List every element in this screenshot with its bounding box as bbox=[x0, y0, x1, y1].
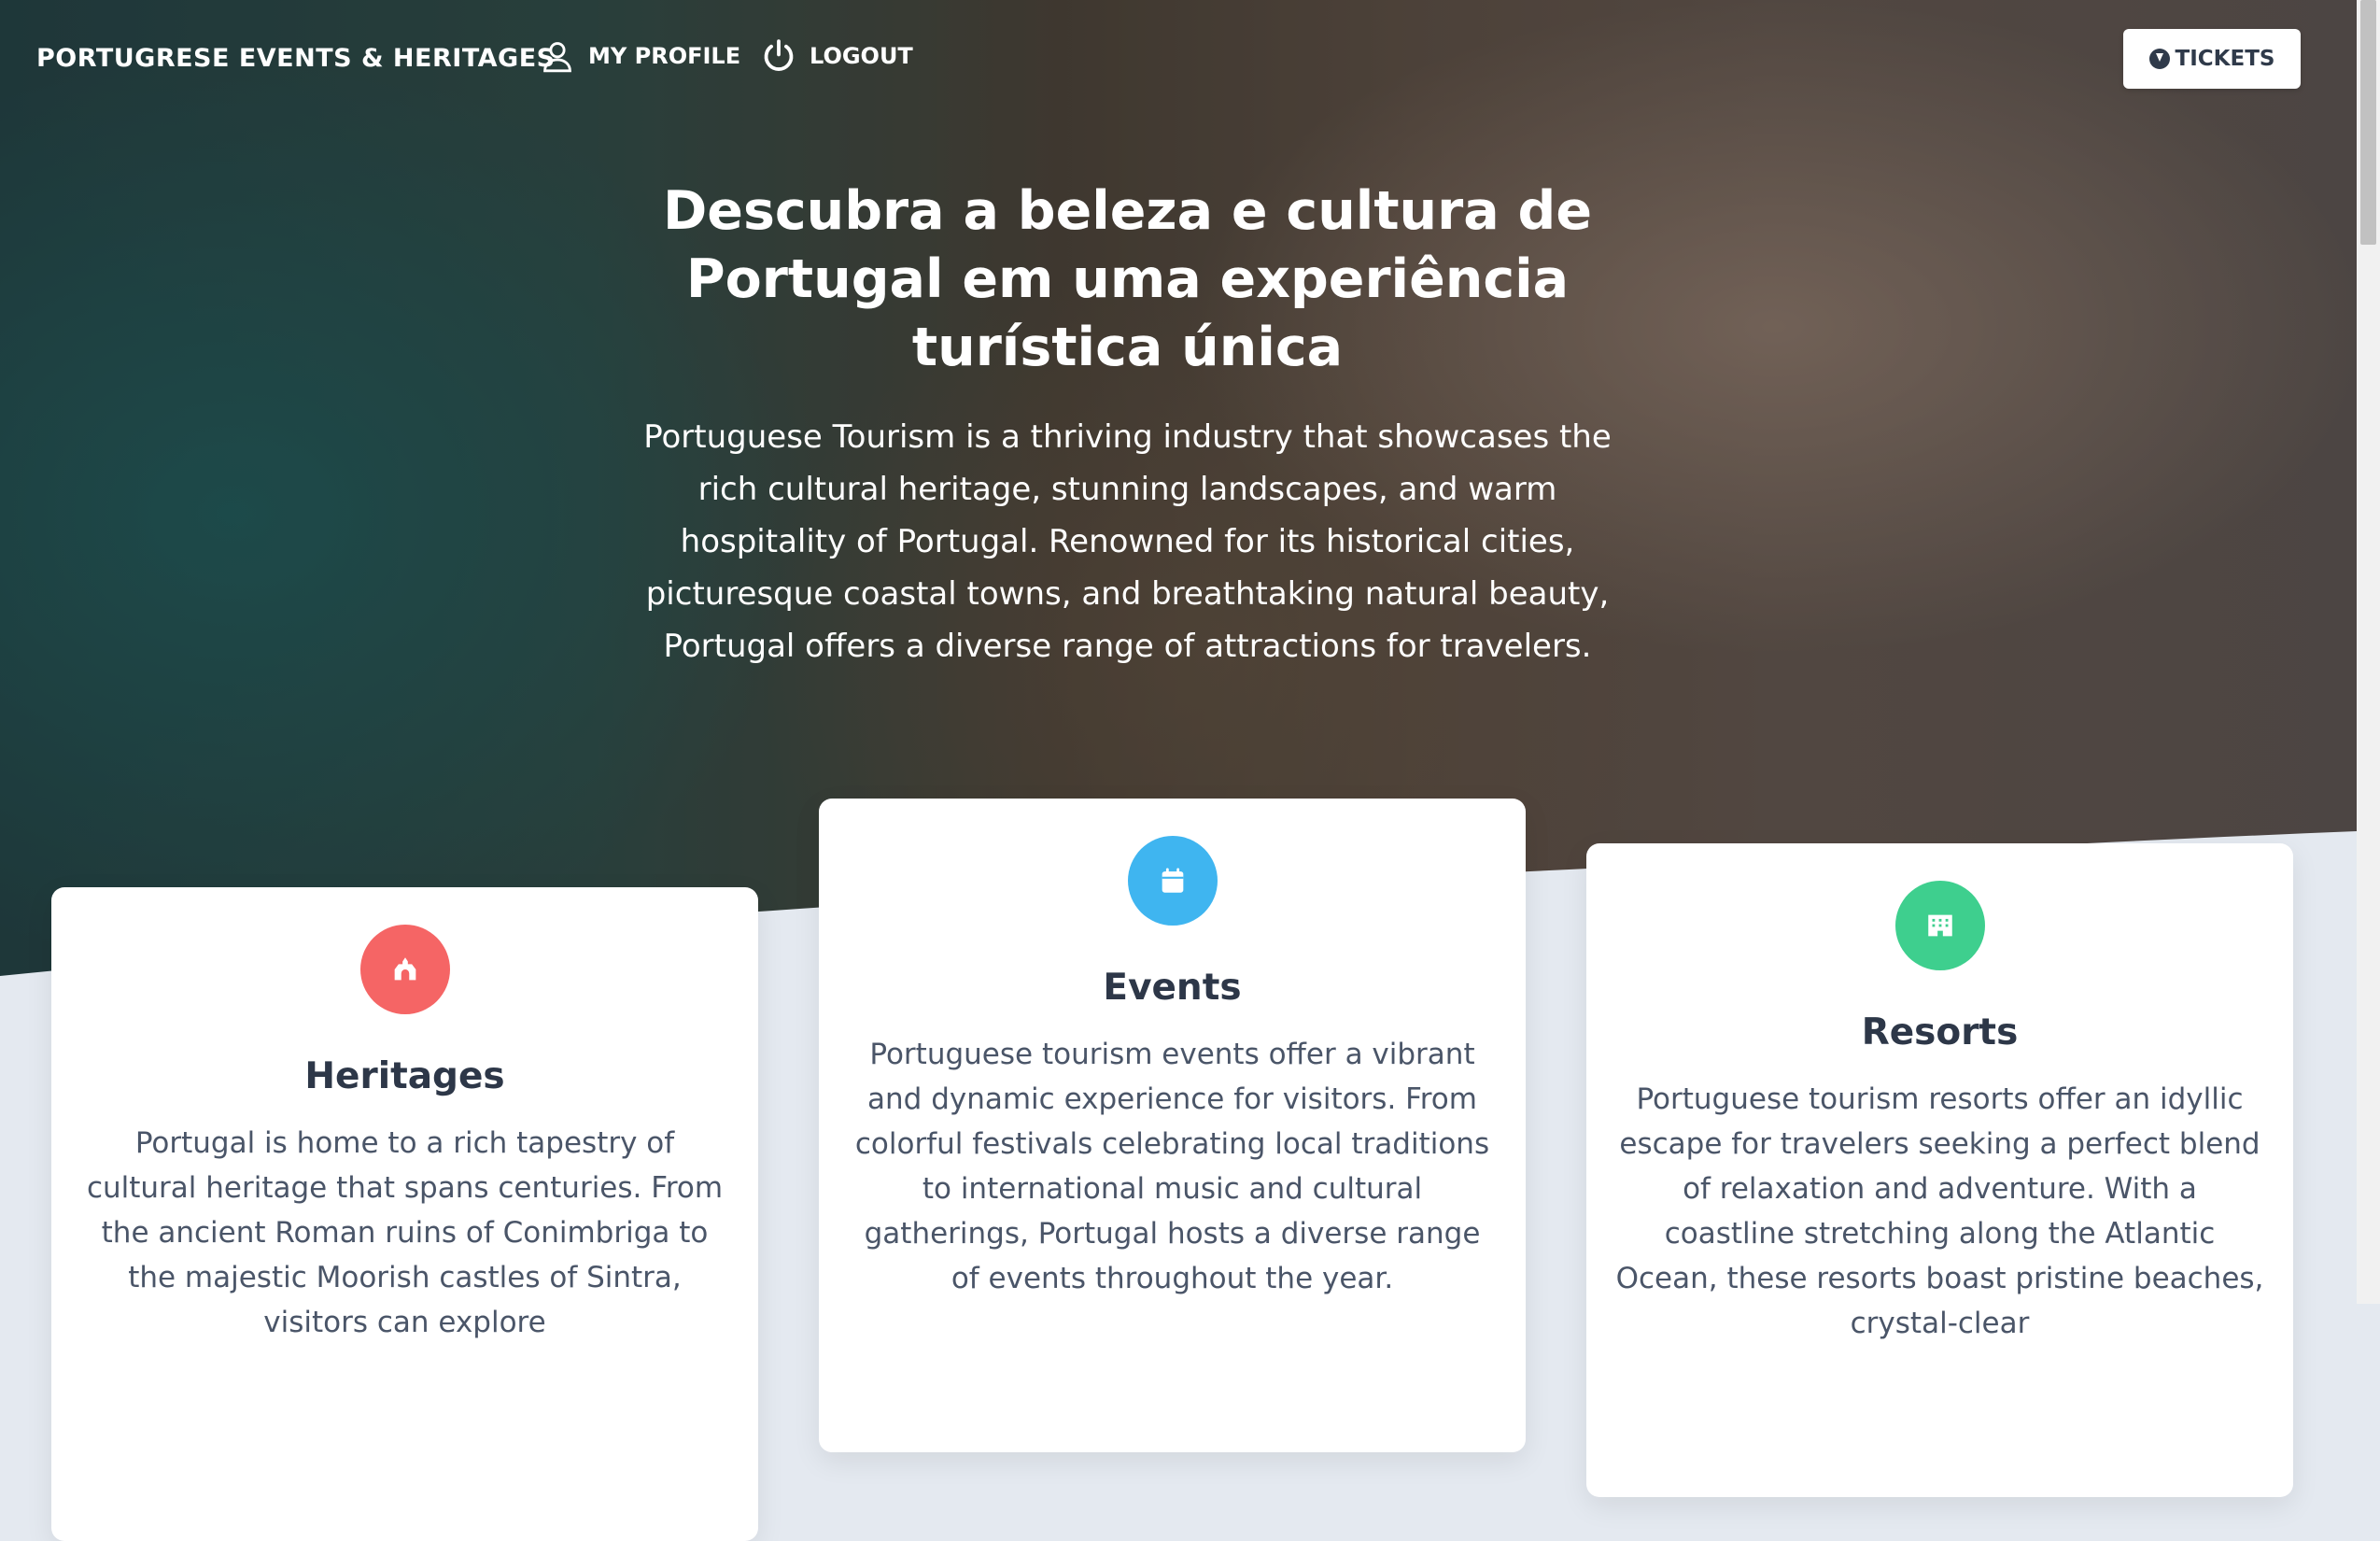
card-resorts-title: Resorts bbox=[1861, 1011, 2019, 1053]
tickets-button-label: TICKETS bbox=[2175, 47, 2275, 71]
calendar-icon bbox=[1162, 868, 1183, 893]
nav-logout-label: LOGOUT bbox=[810, 43, 913, 69]
card-heritages-text: Portugal is home to a rich tapestry of c… bbox=[86, 1126, 724, 1339]
nav-my-profile[interactable]: MY PROFILE bbox=[540, 37, 740, 75]
page-scrollbar[interactable] bbox=[2357, 0, 2380, 1304]
nav-my-profile-label: MY PROFILE bbox=[588, 43, 741, 69]
card-resorts: Resorts Portuguese tourism resorts offer… bbox=[1586, 843, 2293, 1497]
top-navbar: PORTUGRESE EVENTS & HERITAGES MY PROFILE… bbox=[0, 0, 2357, 118]
hero-description: Portuguese Tourism is a thriving industr… bbox=[643, 418, 1612, 665]
download-icon bbox=[2148, 49, 2170, 69]
card-events-icon-circle bbox=[1127, 836, 1218, 926]
power-icon bbox=[764, 39, 794, 71]
card-resorts-icon-circle bbox=[1894, 881, 1985, 970]
card-heritages: Heritages Portugal is home to a rich tap… bbox=[51, 887, 758, 1541]
brand-title[interactable]: PORTUGRESE EVENTS & HERITAGES bbox=[36, 44, 556, 73]
nav-logout[interactable]: LOGOUT bbox=[761, 37, 913, 75]
card-events-text: Portuguese tourism events offer a vibran… bbox=[854, 1038, 1490, 1295]
hero-title: Descubra a beleza e cultura de Portugal … bbox=[662, 180, 1593, 378]
card-heritages-icon-circle bbox=[359, 925, 450, 1014]
card-events-title: Events bbox=[1103, 967, 1242, 1009]
scrollbar-thumb[interactable] bbox=[2360, 0, 2376, 245]
card-heritages-title: Heritages bbox=[304, 1055, 505, 1097]
card-resorts-text: Portuguese tourism resorts offer an idyl… bbox=[1615, 1082, 2264, 1340]
landmark-icon bbox=[394, 957, 415, 981]
building-icon bbox=[1927, 914, 1952, 937]
card-events: Events Portuguese tourism events offer a… bbox=[819, 799, 1526, 1452]
tickets-button[interactable]: TICKETS bbox=[2123, 29, 2301, 89]
user-icon bbox=[543, 42, 571, 73]
